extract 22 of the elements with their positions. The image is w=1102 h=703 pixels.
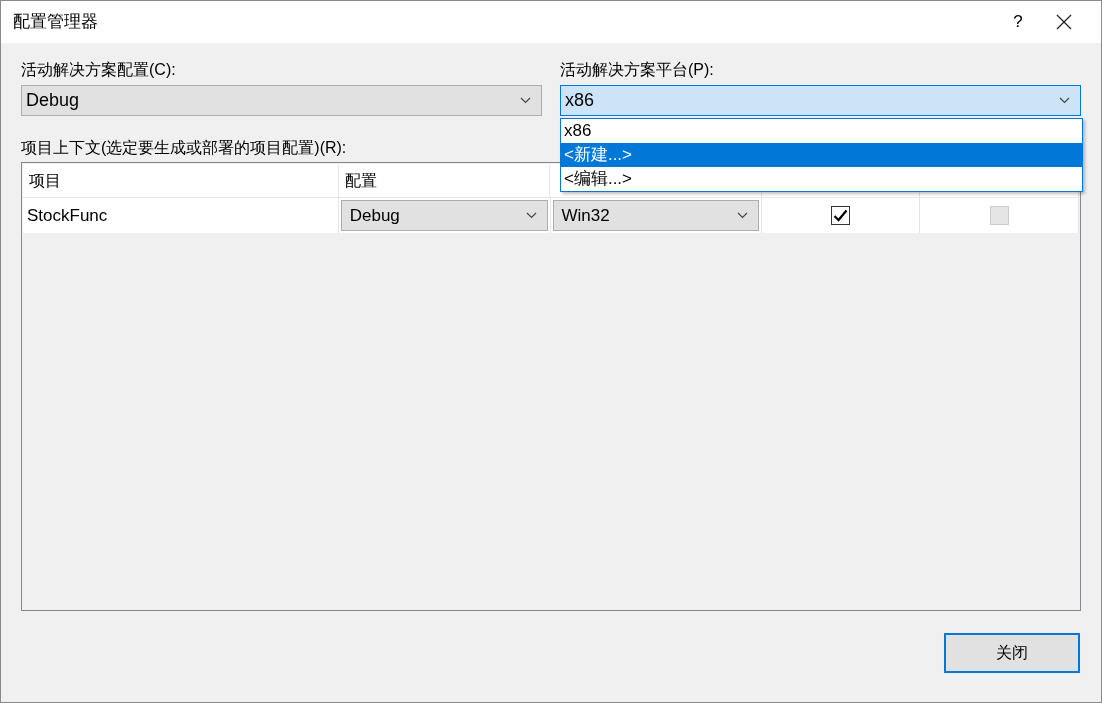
cell-combo-box[interactable]: Win32 — [552, 200, 760, 231]
cell-combo-box[interactable]: Debug — [340, 200, 548, 231]
checkbox[interactable] — [831, 206, 851, 225]
dropdown-option[interactable]: <新建...> — [561, 143, 1082, 167]
field-label: 活动解决方案平台(P): — [560, 60, 715, 80]
caret-icon — [520, 97, 531, 104]
section-label: 项目上下文(选定要生成或部署的项目配置)(R): — [21, 138, 347, 158]
dropdown-option[interactable]: <编辑...> — [561, 167, 1082, 191]
close-icon — [1056, 14, 1072, 30]
field-label: 活动解决方案配置(C): — [21, 60, 177, 80]
combo-box[interactable]: x86 — [560, 85, 1081, 116]
close-dialog-button[interactable]: 关闭 — [944, 633, 1080, 673]
window-title: 配置管理器 — [13, 11, 98, 34]
column-header[interactable]: 配置 — [338, 164, 551, 198]
help-button[interactable]: ? — [995, 1, 1041, 43]
combo-box[interactable]: Debug — [21, 85, 542, 116]
caret-icon — [525, 212, 537, 219]
dropdown-option[interactable]: x86 — [561, 119, 1082, 143]
table-cell: StockFunc — [23, 198, 339, 233]
caret-icon — [1059, 97, 1070, 104]
column-header[interactable]: 项目 — [23, 164, 339, 198]
caret-icon — [737, 212, 749, 219]
